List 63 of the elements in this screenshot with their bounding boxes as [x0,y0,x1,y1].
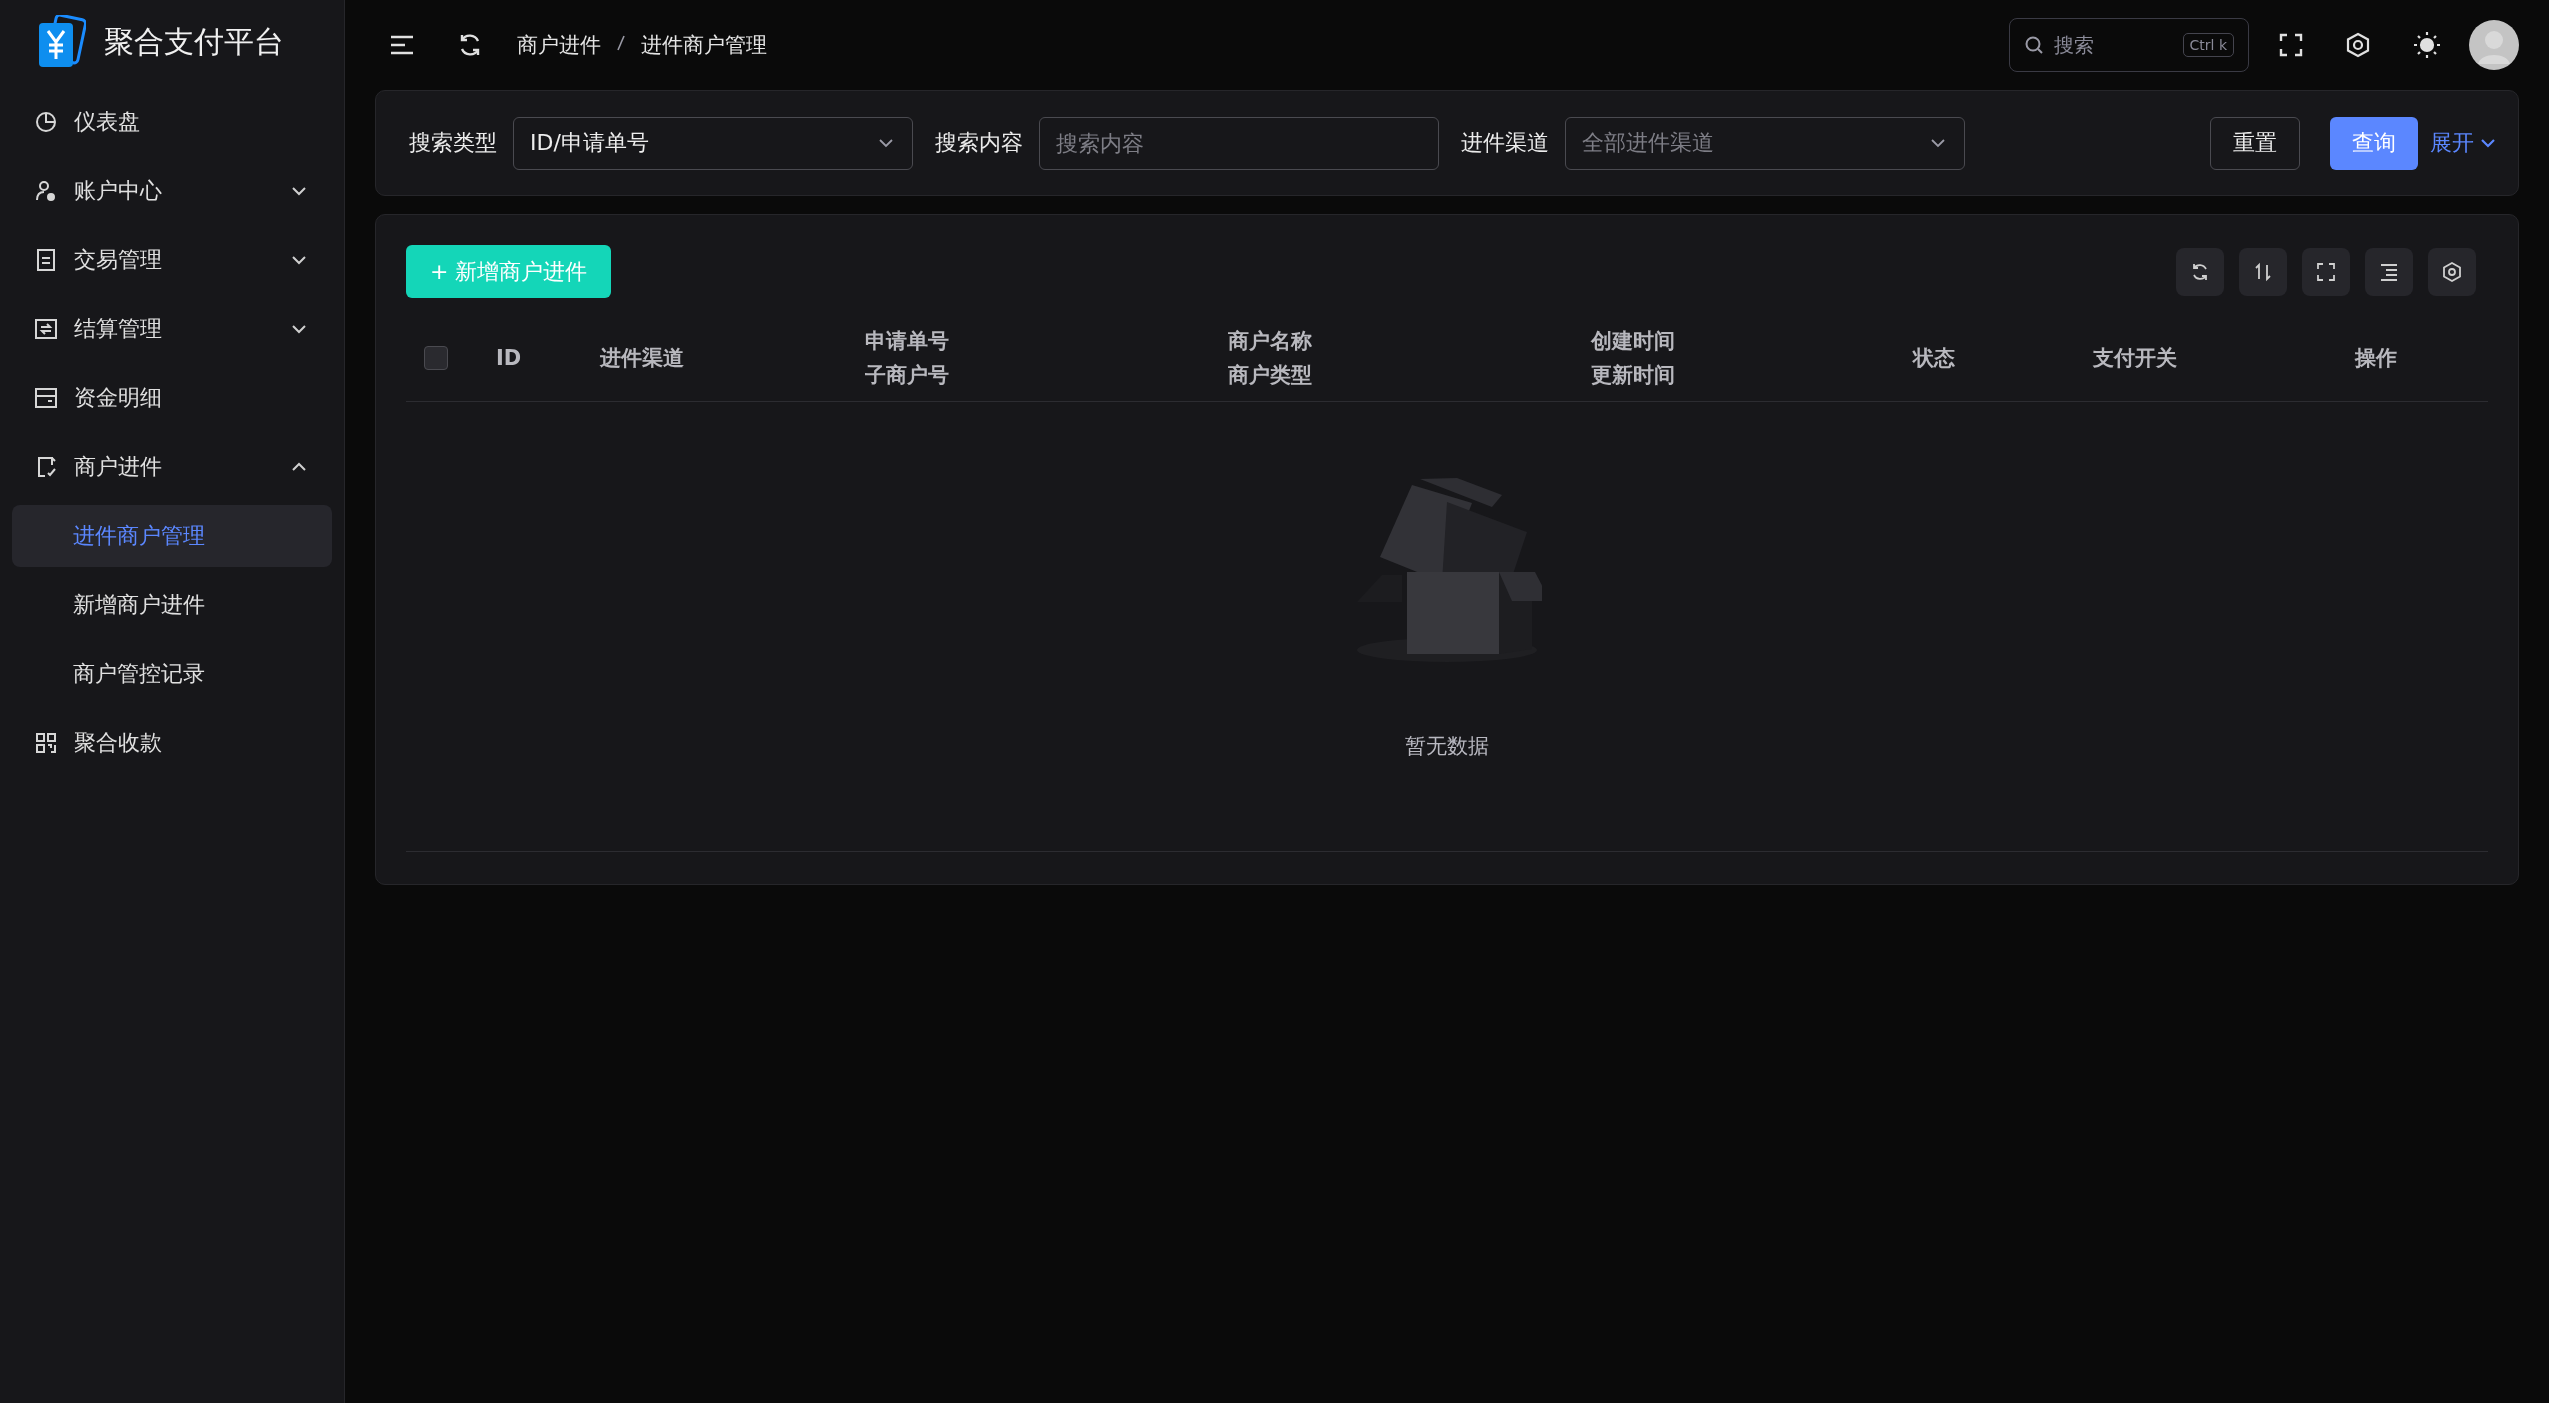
user-icon [34,179,58,203]
chevron-icon [290,185,308,197]
select-all-checkbox[interactable] [424,345,448,370]
fullscreen-button[interactable] [2302,247,2350,296]
density-button[interactable] [2365,247,2413,296]
sidebar-item[interactable]: 结算管理 [12,298,332,360]
sidebar-item[interactable]: 商户进件 [12,436,332,498]
app-title: 聚合支付平台 [104,22,284,61]
input-field[interactable]: 搜索内容 [1039,116,1439,170]
sidebar-item[interactable]: 仪表盘 [12,91,332,153]
column-header: 操作 [2355,345,2397,370]
sidebar-item[interactable]: 资金明细 [12,367,332,429]
submenu-item[interactable]: 新增商户进件 [12,574,332,636]
column-header: 支付开关 [2093,345,2177,370]
submenu-item[interactable]: 进件商户管理 [12,505,332,567]
chevron-icon [878,138,894,148]
empty-message: 暂无数据 [1405,733,1489,760]
submenu-item[interactable]: 商户管控记录 [12,643,332,705]
logo-icon [36,15,86,69]
refresh-icon [2190,261,2210,282]
select-field[interactable]: 全部进件渠道 [1565,116,1965,170]
search-icon [2024,35,2044,55]
breadcrumb-item: 进件商户管理 [641,32,767,59]
chevron-icon [290,323,308,335]
column-header: ID [496,345,522,370]
reset-button[interactable]: 重置 [2210,116,2300,170]
sidebar-item[interactable]: 交易管理 [12,229,332,291]
sidebar-item[interactable]: 聚合收款 [12,712,332,774]
chevron-icon [290,461,308,473]
sort-icon [2253,261,2273,282]
field-label: 进件渠道 [1461,129,1549,157]
doc-icon [34,248,58,272]
shortcut-hint: Ctrl k [2182,33,2234,57]
column-header: 申请单号 子商户号 [865,328,949,387]
column-header: 进件渠道 [600,345,684,370]
chevron-icon [2480,138,2496,148]
lines-icon [2379,261,2399,282]
settings-icon [2442,261,2462,282]
sun-icon[interactable] [2413,31,2441,59]
chevron-icon [290,254,308,266]
fullscreen-icon [2316,261,2336,282]
sidebar-item[interactable]: 账户中心 [12,160,332,222]
pie-icon [34,110,58,134]
column-header: 商户名称 商户类型 [1228,328,1312,387]
column-header: 状态 [1913,345,1955,370]
qr-icon [34,731,58,755]
settings-icon[interactable] [2345,32,2371,58]
select-field[interactable]: ID/申请单号 [513,116,913,170]
menu-icon[interactable] [389,34,415,56]
card-icon [34,386,58,410]
settings-button[interactable] [2428,247,2476,296]
expand-link[interactable]: 展开 [2430,128,2496,158]
chevron-icon [1930,138,1946,148]
sort-button[interactable] [2239,247,2287,296]
swap-icon [34,317,58,341]
fullscreen-icon[interactable] [2279,33,2303,57]
field-label: 搜索内容 [935,129,1023,157]
column-header: 创建时间 更新时间 [1591,328,1675,387]
search-field[interactable]: 搜索 [2052,32,2175,58]
refresh-button[interactable] [2176,247,2224,296]
breadcrumb-item[interactable]: 商户进件 [517,31,601,59]
avatar[interactable] [2469,20,2519,70]
field-label: 搜索类型 [409,129,497,157]
